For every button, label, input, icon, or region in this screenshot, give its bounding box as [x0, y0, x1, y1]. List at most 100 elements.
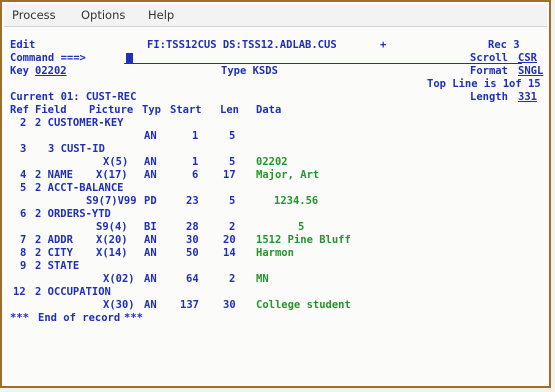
- scroll-value[interactable]: CSR: [518, 52, 537, 65]
- row-start: 6: [192, 169, 199, 181]
- stars-left: ***: [10, 312, 29, 324]
- row-type: BI: [144, 221, 157, 233]
- record-number: Rec 3: [488, 39, 520, 51]
- row-len: 2: [229, 221, 236, 233]
- text-cursor: [126, 53, 133, 63]
- row-data[interactable]: 1234.56: [274, 195, 318, 208]
- row-type: AN: [144, 273, 157, 285]
- row-start: 137: [180, 299, 199, 311]
- table-row: 2 2 CUSTOMER-KEY: [4, 117, 547, 130]
- length-value[interactable]: 331: [518, 91, 537, 104]
- scroll-label: Scroll: [470, 52, 508, 64]
- row-ref: 7: [20, 234, 27, 246]
- menu-options[interactable]: Options: [81, 8, 125, 22]
- row-data[interactable]: MN: [256, 273, 269, 286]
- row-data[interactable]: Major, Art: [256, 169, 319, 182]
- row-type: AN: [144, 169, 157, 181]
- command-line: Command ===> Scroll CSR: [4, 52, 547, 65]
- row-field: 2 ORDERS-YTD: [35, 208, 111, 220]
- row-ref: 2: [20, 117, 27, 129]
- row-field: 2 ADDR: [35, 234, 73, 246]
- row-picture: S9(4): [96, 221, 128, 233]
- col-ref: Ref: [10, 104, 29, 116]
- col-len: Len: [220, 104, 239, 116]
- of-count: of 15: [509, 78, 541, 90]
- header-line-1: Edit FI:TSS12CUS DS:TSS12.ADLAB.CUS + Re…: [4, 39, 547, 52]
- table-row: 6 2 ORDERS-YTD: [4, 208, 547, 221]
- row-len: 17: [223, 169, 236, 181]
- end-of-record-line: *** End of record ***: [4, 312, 547, 325]
- table-row: X(5) AN 1 5 02202: [4, 156, 547, 169]
- row-ref: 12: [13, 286, 26, 298]
- format-label: Format: [470, 65, 508, 77]
- row-len: 30: [223, 299, 236, 311]
- menu-help[interactable]: Help: [148, 8, 174, 22]
- row-start: 28: [186, 221, 199, 233]
- key-label: Key: [10, 65, 29, 77]
- row-field: 3 CUST-ID: [48, 143, 105, 155]
- top-line-text: Top Line is 1: [427, 78, 510, 90]
- table-row: S9(4) BI 28 2 5: [4, 221, 547, 234]
- row-data[interactable]: 02202: [256, 156, 288, 169]
- current-line: Current 01: CUST-REC Length 331: [4, 91, 547, 104]
- row-len: 5: [229, 130, 236, 142]
- row-len: 5: [229, 156, 236, 168]
- row-field: 2 CITY: [35, 247, 73, 259]
- table-row: 9 2 STATE: [4, 260, 547, 273]
- row-type: AN: [144, 156, 157, 168]
- key-line: Key 02202 Type KSDS Format SNGL: [4, 65, 547, 78]
- row-picture: S9(7)V99: [86, 195, 137, 207]
- table-row: X(02) AN 64 2 MN: [4, 273, 547, 286]
- table-row: X(30) AN 137 30 College student: [4, 299, 547, 312]
- file-info: FI:TSS12CUS DS:TSS12.ADLAB.CUS: [147, 39, 337, 51]
- current-record-type: Current 01: CUST-REC: [10, 91, 137, 103]
- menu-process[interactable]: Process: [12, 8, 56, 22]
- row-picture: X(20): [96, 234, 128, 246]
- row-len: 5: [229, 195, 236, 207]
- row-field: 2 NAME: [35, 169, 73, 181]
- format-value[interactable]: SNGL: [518, 65, 543, 78]
- row-field: 2 OCCUPATION: [35, 286, 111, 298]
- edit-label: Edit: [10, 39, 36, 51]
- plus-indicator: +: [380, 39, 387, 51]
- top-line-info: Top Line is 1 of 15: [4, 78, 547, 91]
- command-input[interactable]: [124, 63, 522, 64]
- row-ref: 9: [20, 260, 27, 272]
- col-type: Typ: [142, 104, 161, 116]
- key-value[interactable]: 02202: [35, 65, 67, 78]
- row-data[interactable]: Harmon: [256, 247, 294, 260]
- col-field: Field: [35, 104, 67, 116]
- row-start: 30: [186, 234, 199, 246]
- col-data: Data: [256, 104, 282, 116]
- table-row: S9(7)V99 PD 23 5 1234.56: [4, 195, 547, 208]
- table-row: 3 3 CUST-ID: [4, 143, 547, 156]
- row-ref: 4: [20, 169, 27, 181]
- row-len: 14: [223, 247, 236, 259]
- table-row: 4 2 NAME X(17) AN 6 17 Major, Art: [4, 169, 547, 182]
- row-len: 20: [223, 234, 236, 246]
- row-start: 64: [186, 273, 199, 285]
- row-start: 50: [186, 247, 199, 259]
- row-data[interactable]: College student: [256, 299, 351, 312]
- table-row: 12 2 OCCUPATION: [4, 286, 547, 299]
- col-picture: Picture: [89, 104, 134, 116]
- row-field: 2 STATE: [35, 260, 80, 272]
- row-picture: X(02): [103, 273, 135, 285]
- row-picture: X(30): [103, 299, 135, 311]
- row-ref: 8: [20, 247, 27, 259]
- row-type: AN: [144, 130, 157, 142]
- row-data[interactable]: 1512 Pine Bluff: [256, 234, 351, 247]
- row-type: AN: [144, 247, 157, 259]
- row-data[interactable]: 5: [298, 221, 304, 234]
- window-frame: Process Options Help Edit FI:TSS12CUS DS…: [0, 0, 551, 388]
- table-row: 7 2 ADDR X(20) AN 30 20 1512 Pine Bluff: [4, 234, 547, 247]
- length-label: Length: [470, 91, 508, 103]
- end-of-record-text: End of record: [38, 312, 121, 324]
- row-start: 23: [186, 195, 199, 207]
- terminal-screen: Edit FI:TSS12CUS DS:TSS12.ADLAB.CUS + Re…: [4, 27, 547, 384]
- row-start: 1: [192, 130, 199, 142]
- row-type: PD: [144, 195, 157, 207]
- row-len: 2: [229, 273, 236, 285]
- column-header-row: Ref Field Picture Typ Start Len Data: [4, 104, 547, 117]
- row-ref: 5: [20, 182, 27, 194]
